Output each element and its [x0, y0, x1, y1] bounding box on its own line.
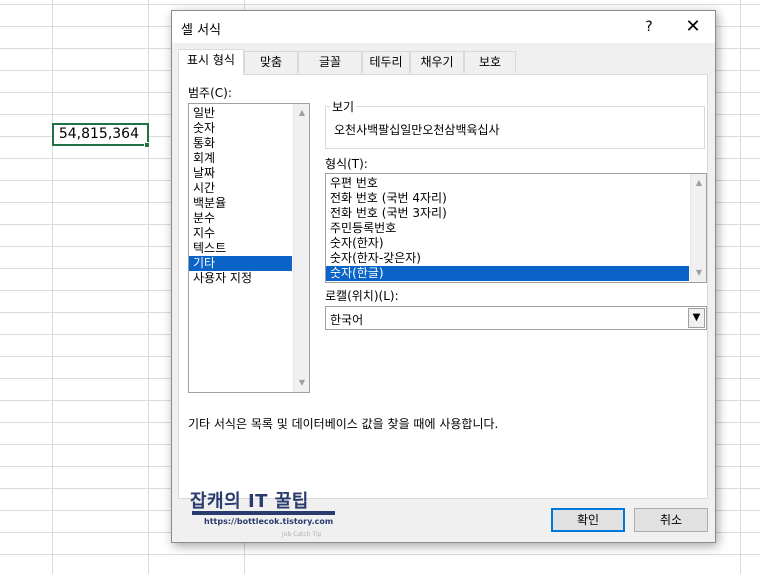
sample-label: 보기	[330, 98, 357, 115]
list-item[interactable]: 주민등록번호	[326, 221, 706, 236]
list-item[interactable]: 날짜	[189, 166, 309, 181]
list-item[interactable]: 전화 번호 (국번 4자리)	[326, 191, 706, 206]
format-cells-dialog: 셀 서식 ? ✕ 표시 형식 맞춤 글꼴 테두리 채우기 보호 범주(C): 일…	[171, 10, 716, 543]
watermark-underline	[192, 511, 335, 515]
category-label: 범주(C):	[188, 86, 232, 100]
close-button[interactable]: ✕	[677, 16, 709, 40]
blog-watermark: 잡캐의 IT 꿀팁 https://bottlecok.tistory.com …	[190, 475, 340, 543]
tab-alignment[interactable]: 맞춤	[244, 51, 298, 73]
list-item-selected[interactable]: 기타	[189, 256, 292, 271]
tab-font[interactable]: 글꼴	[298, 51, 362, 73]
scroll-down-icon[interactable]: ▼	[691, 266, 706, 280]
category-list[interactable]: 일반 숫자 통화 회계 날짜 시간 백분율 분수 지수 텍스트 기타 사용자 지…	[188, 103, 310, 393]
fill-handle[interactable]	[144, 142, 150, 148]
watermark-url: https://bottlecok.tistory.com	[204, 517, 334, 526]
sample-value: 오천사백팔십일만오천삼백육십사	[334, 123, 500, 137]
tab-number-format[interactable]: 표시 형식	[178, 49, 244, 75]
list-item[interactable]: 일반	[189, 106, 309, 121]
type-list[interactable]: 우편 번호 전화 번호 (국번 4자리) 전화 번호 (국번 3자리) 주민등록…	[325, 173, 707, 283]
list-item[interactable]: 텍스트	[189, 241, 309, 256]
cancel-button[interactable]: 취소	[634, 508, 708, 532]
type-scrollbar[interactable]: ▲ ▼	[690, 174, 706, 282]
list-item[interactable]: 전화 번호 (국번 3자리)	[326, 206, 706, 221]
watermark-small: Job Catch Tip	[282, 531, 322, 538]
ok-button[interactable]: 확인	[551, 508, 625, 532]
list-item[interactable]: 사용자 지정	[189, 271, 309, 286]
number-format-panel: 범주(C): 일반 숫자 통화 회계 날짜 시간 백분율 분수 지수 텍스트 기…	[178, 74, 708, 499]
type-label: 형식(T):	[325, 157, 368, 171]
watermark-title: 잡캐의 IT 꿀팁	[190, 491, 309, 512]
category-scrollbar[interactable]: ▲ ▼	[293, 104, 309, 392]
list-item[interactable]: 숫자(한자)	[326, 236, 706, 251]
scroll-down-icon[interactable]: ▼	[294, 376, 309, 390]
list-item[interactable]: 우편 번호	[326, 176, 706, 191]
scroll-up-icon[interactable]: ▲	[691, 176, 706, 190]
list-item[interactable]: 시간	[189, 181, 309, 196]
tab-border[interactable]: 테두리	[362, 51, 410, 73]
locale-value: 한국어	[330, 313, 364, 327]
list-item[interactable]: 지수	[189, 226, 309, 241]
active-cell[interactable]: 54,815,364	[52, 123, 149, 146]
chevron-down-icon[interactable]: ▼	[688, 308, 705, 328]
list-item-selected[interactable]: 숫자(한글)	[326, 266, 689, 281]
locale-select[interactable]: 한국어 ▼	[325, 306, 707, 330]
locale-label: 로캘(위치)(L):	[325, 289, 399, 303]
list-item[interactable]: 숫자(한자-갖은자)	[326, 251, 706, 266]
tab-fill[interactable]: 채우기	[410, 51, 464, 73]
scroll-up-icon[interactable]: ▲	[294, 106, 309, 120]
sample-group: 보기 오천사백팔십일만오천삼백육십사	[325, 98, 705, 149]
list-item[interactable]: 분수	[189, 211, 309, 226]
list-item[interactable]: 통화	[189, 136, 309, 151]
dialog-titlebar[interactable]: 셀 서식 ? ✕	[172, 11, 715, 43]
list-item[interactable]: 회계	[189, 151, 309, 166]
description-text: 기타 서식은 목록 및 데이터베이스 값을 찾을 때에 사용합니다.	[188, 417, 499, 431]
list-item[interactable]: 백분율	[189, 196, 309, 211]
tab-protection[interactable]: 보호	[464, 51, 516, 73]
dialog-title: 셀 서식	[181, 23, 222, 38]
list-item[interactable]: 숫자	[189, 121, 309, 136]
help-button[interactable]: ?	[634, 17, 664, 39]
